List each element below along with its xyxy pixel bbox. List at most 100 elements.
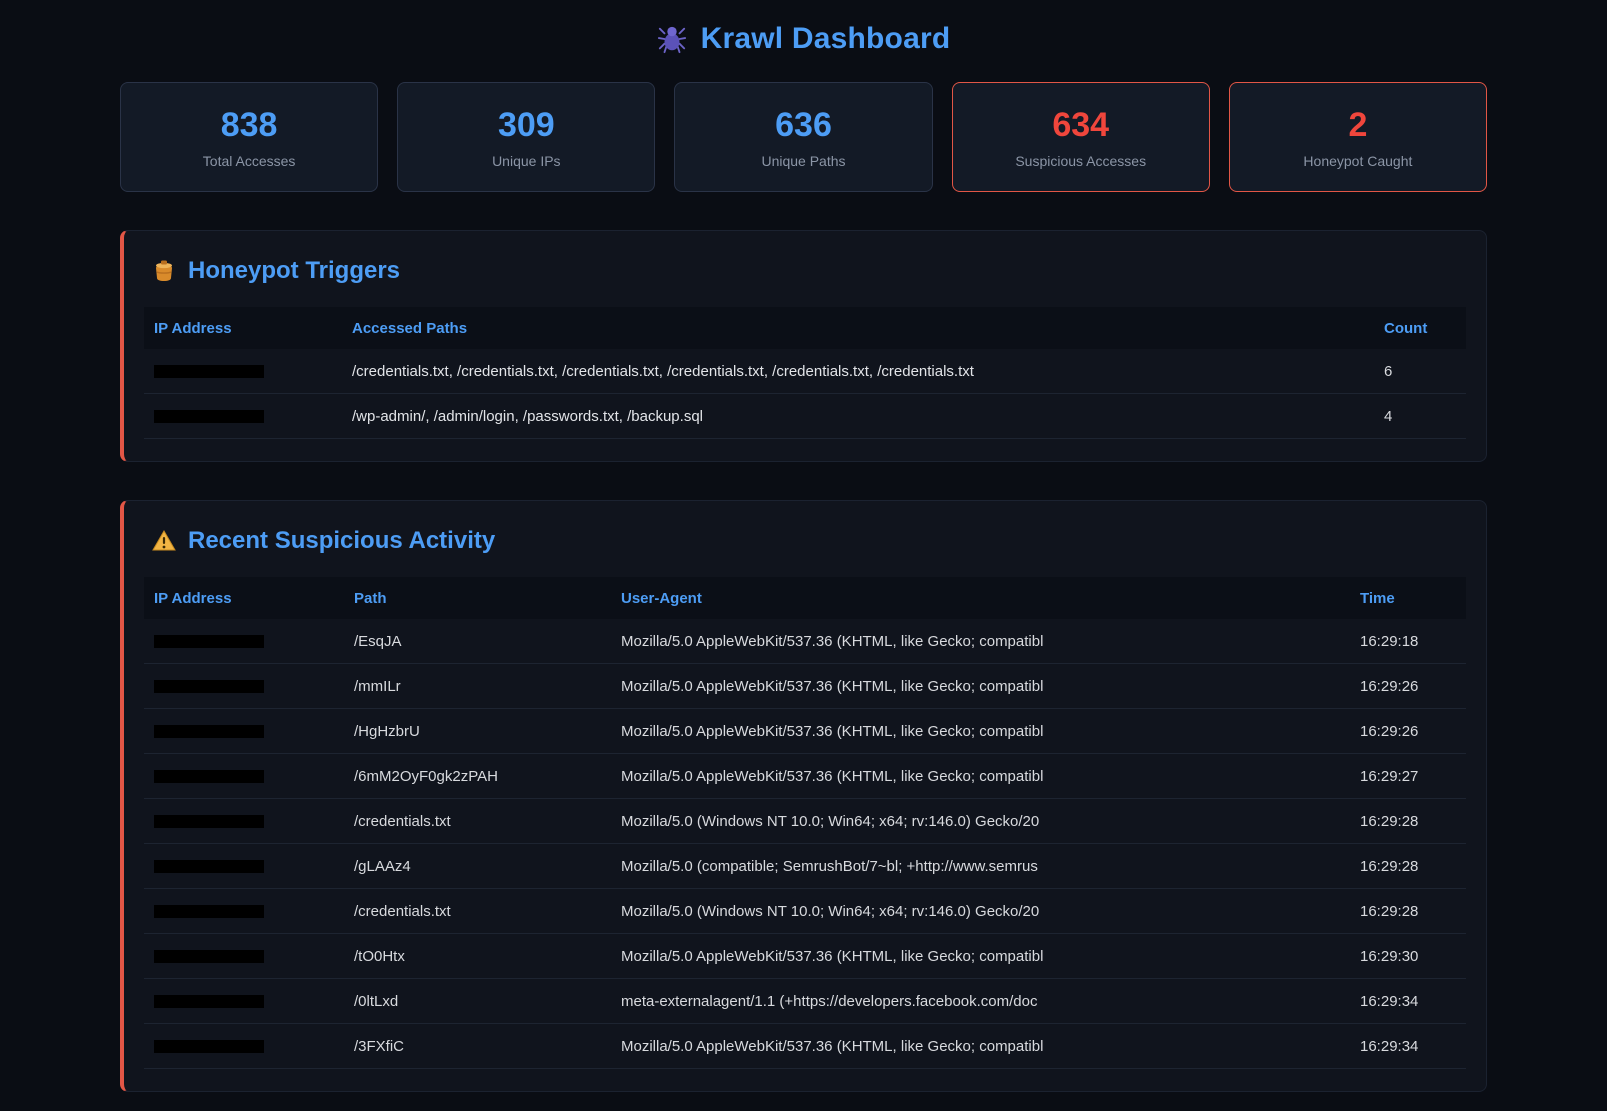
honeypot-icon (152, 259, 176, 283)
redacted-ip-bar (154, 815, 264, 828)
suspicious-table-row: /credentials.txt Mozilla/5.0 (Windows NT… (144, 799, 1466, 844)
user-agent-cell: Mozilla/5.0 AppleWebKit/537.36 (KHTML, l… (611, 678, 1350, 695)
redacted-ip-bar (154, 1040, 264, 1053)
suspicious-table-header: IP Address Path User-Agent Time (144, 577, 1466, 619)
stat-value: 636 (775, 106, 832, 145)
ip-address-cell (144, 948, 344, 965)
suspicious-table-row: /tO0Htx Mozilla/5.0 AppleWebKit/537.36 (… (144, 934, 1466, 979)
stat-card: 634 Suspicious Accesses (952, 82, 1210, 192)
suspicious-table-row: /0ltLxd meta-externalagent/1.1 (+https:/… (144, 979, 1466, 1024)
count-cell: 6 (1374, 363, 1466, 380)
ip-address-cell (144, 633, 344, 650)
app-header: Krawl Dashboard (120, 14, 1487, 82)
honeypot-table-row: /wp-admin/, /admin/login, /passwords.txt… (144, 394, 1466, 439)
honeypot-table-body: /credentials.txt, /credentials.txt, /cre… (144, 349, 1466, 439)
time-cell: 16:29:28 (1350, 903, 1466, 920)
time-cell: 16:29:27 (1350, 768, 1466, 785)
stat-label: Unique Paths (761, 153, 845, 169)
ip-address-cell (144, 768, 344, 785)
stat-card: 838 Total Accesses (120, 82, 378, 192)
path-cell: /gLAAz4 (344, 858, 611, 875)
honeypot-panel-header: Honeypot Triggers (144, 253, 1466, 307)
stat-card: 636 Unique Paths (674, 82, 932, 192)
suspicious-table-body: /EsqJA Mozilla/5.0 AppleWebKit/537.36 (K… (144, 619, 1466, 1069)
suspicious-panel-header: Recent Suspicious Activity (144, 523, 1466, 577)
stat-label: Unique IPs (492, 153, 560, 169)
ip-address-cell (144, 363, 342, 380)
ip-address-cell (144, 903, 344, 920)
redacted-ip-bar (154, 725, 264, 738)
user-agent-cell: Mozilla/5.0 AppleWebKit/537.36 (KHTML, l… (611, 723, 1350, 740)
time-cell: 16:29:30 (1350, 948, 1466, 965)
user-agent-cell: Mozilla/5.0 AppleWebKit/537.36 (KHTML, l… (611, 633, 1350, 650)
user-agent-cell: Mozilla/5.0 AppleWebKit/537.36 (KHTML, l… (611, 768, 1350, 785)
redacted-ip-bar (154, 995, 264, 1008)
redacted-ip-bar (154, 635, 264, 648)
stat-card: 2 Honeypot Caught (1229, 82, 1487, 192)
path-cell: /mmILr (344, 678, 611, 695)
accessed-paths-cell: /credentials.txt, /credentials.txt, /cre… (342, 363, 1374, 380)
time-cell: 16:29:34 (1350, 993, 1466, 1010)
dashboard-page: Krawl Dashboard 838 Total Accesses 309 U… (120, 0, 1487, 1092)
path-cell: /tO0Htx (344, 948, 611, 965)
ip-address-cell (144, 993, 344, 1010)
honeypot-panel-title: Honeypot Triggers (188, 257, 400, 285)
suspicious-table-row: /credentials.txt Mozilla/5.0 (Windows NT… (144, 889, 1466, 934)
column-header-ip: IP Address (144, 590, 344, 607)
suspicious-activity-panel: Recent Suspicious Activity IP Address Pa… (120, 500, 1487, 1092)
suspicious-table-row: /mmILr Mozilla/5.0 AppleWebKit/537.36 (K… (144, 664, 1466, 709)
time-cell: 16:29:28 (1350, 813, 1466, 830)
user-agent-cell: Mozilla/5.0 (Windows NT 10.0; Win64; x64… (611, 813, 1350, 830)
redacted-ip-bar (154, 680, 264, 693)
ip-address-cell (144, 858, 344, 875)
time-cell: 16:29:28 (1350, 858, 1466, 875)
warning-icon (152, 529, 176, 553)
ip-address-cell (144, 408, 342, 425)
user-agent-cell: Mozilla/5.0 AppleWebKit/537.36 (KHTML, l… (611, 948, 1350, 965)
redacted-ip-bar (154, 950, 264, 963)
redacted-ip-bar (154, 860, 264, 873)
user-agent-cell: meta-externalagent/1.1 (+https://develop… (611, 993, 1350, 1010)
redacted-ip-bar (154, 365, 264, 378)
suspicious-table-row: /gLAAz4 Mozilla/5.0 (compatible; Semrush… (144, 844, 1466, 889)
stat-value: 2 (1348, 106, 1367, 145)
ip-address-cell (144, 678, 344, 695)
path-cell: /credentials.txt (344, 813, 611, 830)
path-cell: /EsqJA (344, 633, 611, 650)
redacted-ip-bar (154, 905, 264, 918)
column-header-count: Count (1374, 320, 1466, 337)
count-cell: 4 (1374, 408, 1466, 425)
time-cell: 16:29:26 (1350, 678, 1466, 695)
user-agent-cell: Mozilla/5.0 AppleWebKit/537.36 (KHTML, l… (611, 1038, 1350, 1055)
column-header-user-agent: User-Agent (611, 590, 1350, 607)
suspicious-panel-title: Recent Suspicious Activity (188, 527, 495, 555)
page-title: Krawl Dashboard (701, 22, 951, 56)
time-cell: 16:29:18 (1350, 633, 1466, 650)
suspicious-table-row: /3FXfiC Mozilla/5.0 AppleWebKit/537.36 (… (144, 1024, 1466, 1069)
time-cell: 16:29:34 (1350, 1038, 1466, 1055)
accessed-paths-cell: /wp-admin/, /admin/login, /passwords.txt… (342, 408, 1374, 425)
ip-address-cell (144, 1038, 344, 1055)
stat-value: 309 (498, 106, 555, 145)
column-header-ip: IP Address (144, 320, 342, 337)
stat-label: Honeypot Caught (1303, 153, 1412, 169)
stats-row: 838 Total Accesses 309 Unique IPs 636 Un… (120, 82, 1487, 192)
ip-address-cell (144, 723, 344, 740)
user-agent-cell: Mozilla/5.0 (Windows NT 10.0; Win64; x64… (611, 903, 1350, 920)
path-cell: /credentials.txt (344, 903, 611, 920)
suspicious-table-row: /HgHzbrU Mozilla/5.0 AppleWebKit/537.36 … (144, 709, 1466, 754)
honeypot-table-row: /credentials.txt, /credentials.txt, /cre… (144, 349, 1466, 394)
honeypot-table-header: IP Address Accessed Paths Count (144, 307, 1466, 349)
suspicious-table-row: /6mM2OyF0gk2zPAH Mozilla/5.0 AppleWebKit… (144, 754, 1466, 799)
time-cell: 16:29:26 (1350, 723, 1466, 740)
path-cell: /3FXfiC (344, 1038, 611, 1055)
honeypot-panel: Honeypot Triggers IP Address Accessed Pa… (120, 230, 1487, 462)
suspicious-table-row: /EsqJA Mozilla/5.0 AppleWebKit/537.36 (K… (144, 619, 1466, 664)
column-header-time: Time (1350, 590, 1466, 607)
spider-icon (657, 24, 687, 54)
stat-value: 838 (221, 106, 278, 145)
path-cell: /HgHzbrU (344, 723, 611, 740)
redacted-ip-bar (154, 770, 264, 783)
stat-label: Total Accesses (203, 153, 296, 169)
ip-address-cell (144, 813, 344, 830)
